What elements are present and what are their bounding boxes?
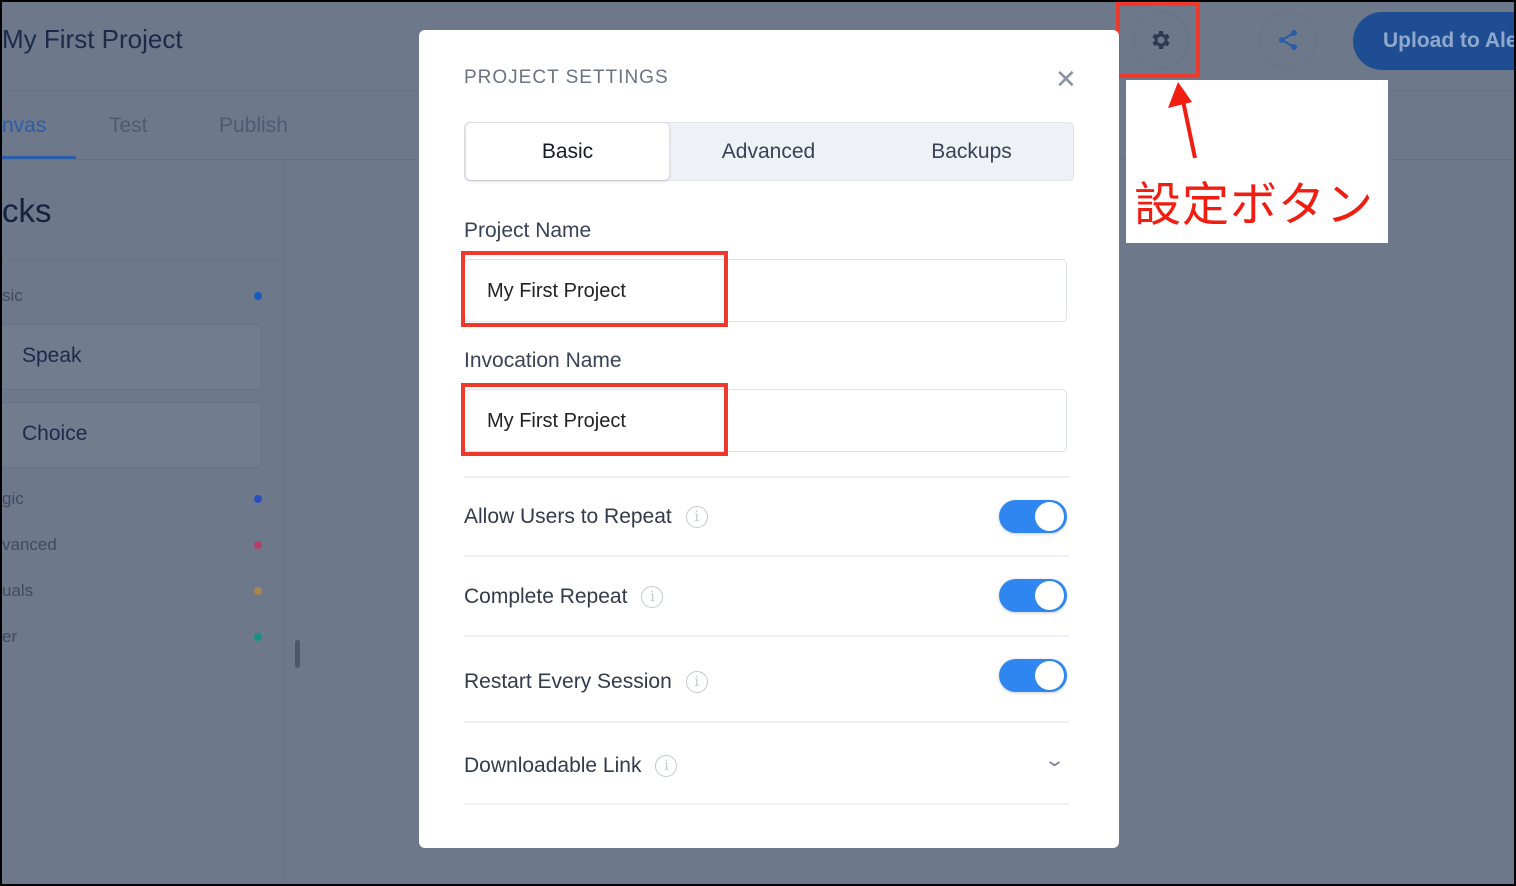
divider: [2, 259, 285, 260]
tab-basic[interactable]: Basic: [466, 123, 669, 180]
divider: [464, 803, 1069, 805]
app-screen: My First Project nvas Test Publish cks s…: [2, 2, 1514, 884]
restart-session-toggle[interactable]: [999, 659, 1067, 692]
setting-label: Allow Users to Repeat: [464, 505, 672, 528]
divider: [464, 476, 1069, 478]
share-icon: [1279, 30, 1297, 50]
section-dot: [254, 541, 262, 549]
section-logic[interactable]: gic: [2, 489, 24, 509]
chevron-down-icon[interactable]: ⌄: [1043, 750, 1066, 771]
blocks-heading: cks: [2, 192, 52, 229]
annotation-arrow-icon: [1168, 82, 1197, 159]
section-dot: [254, 587, 262, 595]
scrollbar[interactable]: [295, 640, 300, 668]
divider: [464, 721, 1069, 723]
close-icon[interactable]: ✕: [1055, 64, 1077, 95]
info-icon[interactable]: i: [641, 586, 664, 608]
complete-repeat-row: Complete Repeat i: [464, 585, 664, 609]
tab-publish[interactable]: Publish: [219, 114, 288, 138]
block-label: Choice: [22, 422, 88, 445]
setting-label: Restart Every Session: [464, 670, 672, 693]
section-other[interactable]: er: [2, 627, 17, 647]
block-choice[interactable]: Choice: [2, 402, 262, 468]
tab-test[interactable]: Test: [109, 114, 148, 138]
tab-backups[interactable]: Backups: [870, 123, 1073, 180]
highlight-box: [461, 251, 728, 327]
tab-canvas[interactable]: nvas: [2, 114, 46, 138]
annotation-label: 設定ボタン: [1134, 178, 1374, 233]
section-dot: [254, 495, 262, 503]
allow-repeat-toggle[interactable]: [999, 500, 1067, 533]
modal-title: PROJECT SETTINGS: [464, 67, 669, 88]
info-icon[interactable]: i: [655, 755, 678, 777]
settings-tabs: Basic Advanced Backups: [464, 122, 1074, 181]
project-title: My First Project: [2, 24, 183, 54]
setting-label: Complete Repeat: [464, 585, 628, 608]
divider: [464, 635, 1069, 637]
info-icon[interactable]: i: [685, 506, 708, 528]
section-visuals[interactable]: uals: [2, 581, 33, 601]
downloadable-link-row[interactable]: Downloadable Link i: [464, 754, 678, 778]
tab-advanced[interactable]: Advanced: [667, 123, 870, 180]
restart-session-row: Restart Every Session i: [464, 670, 708, 694]
allow-repeat-row: Allow Users to Repeat i: [464, 505, 708, 529]
project-settings-modal: PROJECT SETTINGS ✕ Basic Advanced Backup…: [419, 30, 1119, 848]
divider: [464, 555, 1069, 557]
invocation-name-label: Invocation Name: [464, 349, 622, 372]
share-button[interactable]: [1260, 12, 1316, 68]
settings-highlight-box: [1116, 2, 1200, 78]
project-name-label: Project Name: [464, 219, 592, 242]
block-speak[interactable]: Speak: [2, 324, 262, 390]
highlight-box: [461, 383, 728, 456]
upload-button[interactable]: Upload to Alexa: [1353, 12, 1514, 70]
section-basic[interactable]: sic: [2, 286, 23, 306]
section-dot: [254, 633, 262, 641]
blocks-sidebar: [2, 160, 285, 884]
block-label: Speak: [22, 344, 82, 367]
complete-repeat-toggle[interactable]: [999, 579, 1067, 612]
info-icon[interactable]: i: [685, 671, 708, 693]
setting-label: Downloadable Link: [464, 754, 642, 777]
section-advanced[interactable]: vanced: [2, 535, 57, 555]
section-dot: [254, 292, 262, 300]
